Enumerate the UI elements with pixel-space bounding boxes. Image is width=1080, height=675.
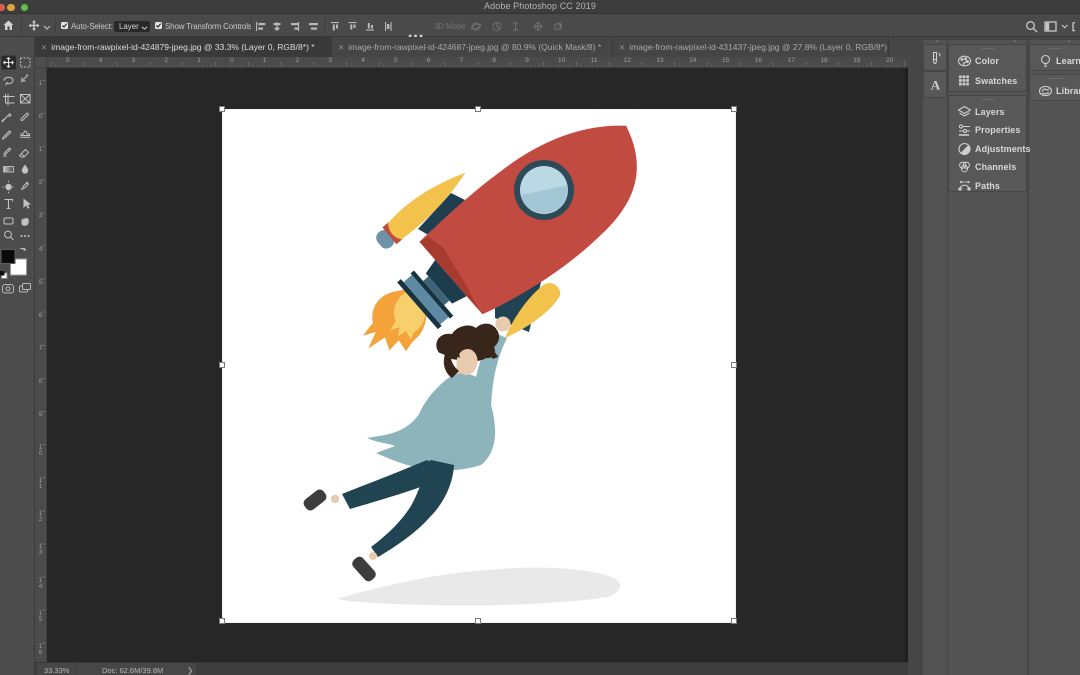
svg-text:A: A [931, 78, 941, 92]
